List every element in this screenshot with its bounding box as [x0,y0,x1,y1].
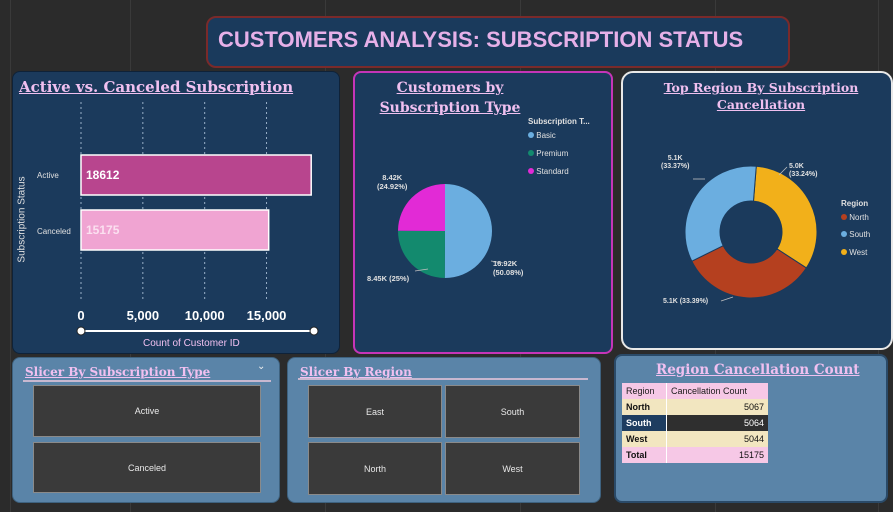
pie-label-standard: 8.42K (24.92%) [377,173,408,191]
slicer-region-header-line [298,378,588,380]
slicer-type-header-line [23,380,271,382]
bar-data-label: 18612 [86,168,120,182]
pie-slice-premium [398,230,445,278]
donut-legend-north[interactable]: North [841,213,869,222]
chevron-down-icon[interactable]: ⌄ [257,361,265,372]
donut-legend-west[interactable]: West [841,248,867,257]
dashboard-title-box: CUSTOMERS ANALYSIS: SUBSCRIPTION STATUS [206,16,790,68]
slicer-option-east[interactable]: East [308,385,442,438]
slicer-option-active[interactable]: Active [33,385,261,437]
bar-tick-label: 0 [77,308,84,323]
slicer-region-panel: Slicer By Region East South North West [287,357,601,503]
donut-slice-west [752,165,818,269]
bar-range-slider-handle-left[interactable] [76,326,86,336]
bar-tick-label: 15,000 [247,308,287,323]
donut-label-west: 5.0K (33.24%) [789,163,818,178]
slicer-option-north[interactable]: North [308,442,442,495]
bar-x-axis-label: Count of Customer ID [143,338,240,349]
donut-chart-panel[interactable]: Top Region By Subscription Cancellation … [621,71,893,350]
pie-chart-panel[interactable]: Customers by Subscription Type Subscript… [353,71,613,354]
bar-tick-label: 5,000 [127,308,160,323]
pie-label-basic: 16.92K (50.08%) [493,259,524,277]
bar-tick-label: 10,000 [185,308,225,323]
bar-chart-panel[interactable]: Active vs. Canceled Subscription Subscri… [12,71,340,354]
pie-label-premium: 8.45K (25%) [367,274,410,283]
bar-data-label: 15175 [86,223,120,237]
south-swatch-icon [841,231,847,237]
north-swatch-icon [841,214,847,220]
donut-leader-line [720,296,734,302]
table-row[interactable]: North 5067 [622,399,768,415]
table-row[interactable]: West 5044 [622,431,768,447]
table-header-row: Region Cancellation Count [622,383,768,399]
donut-label-north: 5.1K (33.39%) [663,298,709,305]
slicer-option-west[interactable]: West [445,442,580,495]
slicer-type-title: Slicer By Subscription Type [25,365,211,379]
pie-slice-basic [444,184,492,278]
donut-legend-south[interactable]: South [841,230,870,239]
donut-slice-south [684,165,757,262]
donut-chart-svg [684,165,818,302]
donut-label-south: 5.1K (33.37%) [661,155,690,170]
slicer-option-south[interactable]: South [445,385,580,438]
region-cancellation-table[interactable]: Region Cancellation Count North 5067 Sou… [622,383,768,463]
pie-slice-standard [398,184,445,231]
slicer-subscription-type-panel: Slicer By Subscription Type ⌄ Active Can… [12,357,280,503]
dashboard-title: CUSTOMERS ANALYSIS: SUBSCRIPTION STATUS [218,27,744,52]
west-swatch-icon [841,249,847,255]
bar-chart-svg: 0 5,000 10,000 15,000 18612 15175 [76,102,319,336]
table-total-row: Total 15175 [622,447,768,463]
table-header-count: Cancellation Count [665,383,768,399]
table-row[interactable]: South 5064 [622,415,768,431]
donut-legend-title: Region [841,199,869,208]
slicer-option-canceled[interactable]: Canceled [33,442,261,493]
region-table-title: Region Cancellation Count [656,362,860,378]
slicer-region-title: Slicer By Region [300,365,412,379]
table-header-region: Region [626,386,655,396]
bar-range-slider-handle-right[interactable] [309,326,319,336]
region-cancellation-panel: Region Cancellation Count Region Cancell… [614,354,888,503]
pie-chart-svg [398,184,504,278]
